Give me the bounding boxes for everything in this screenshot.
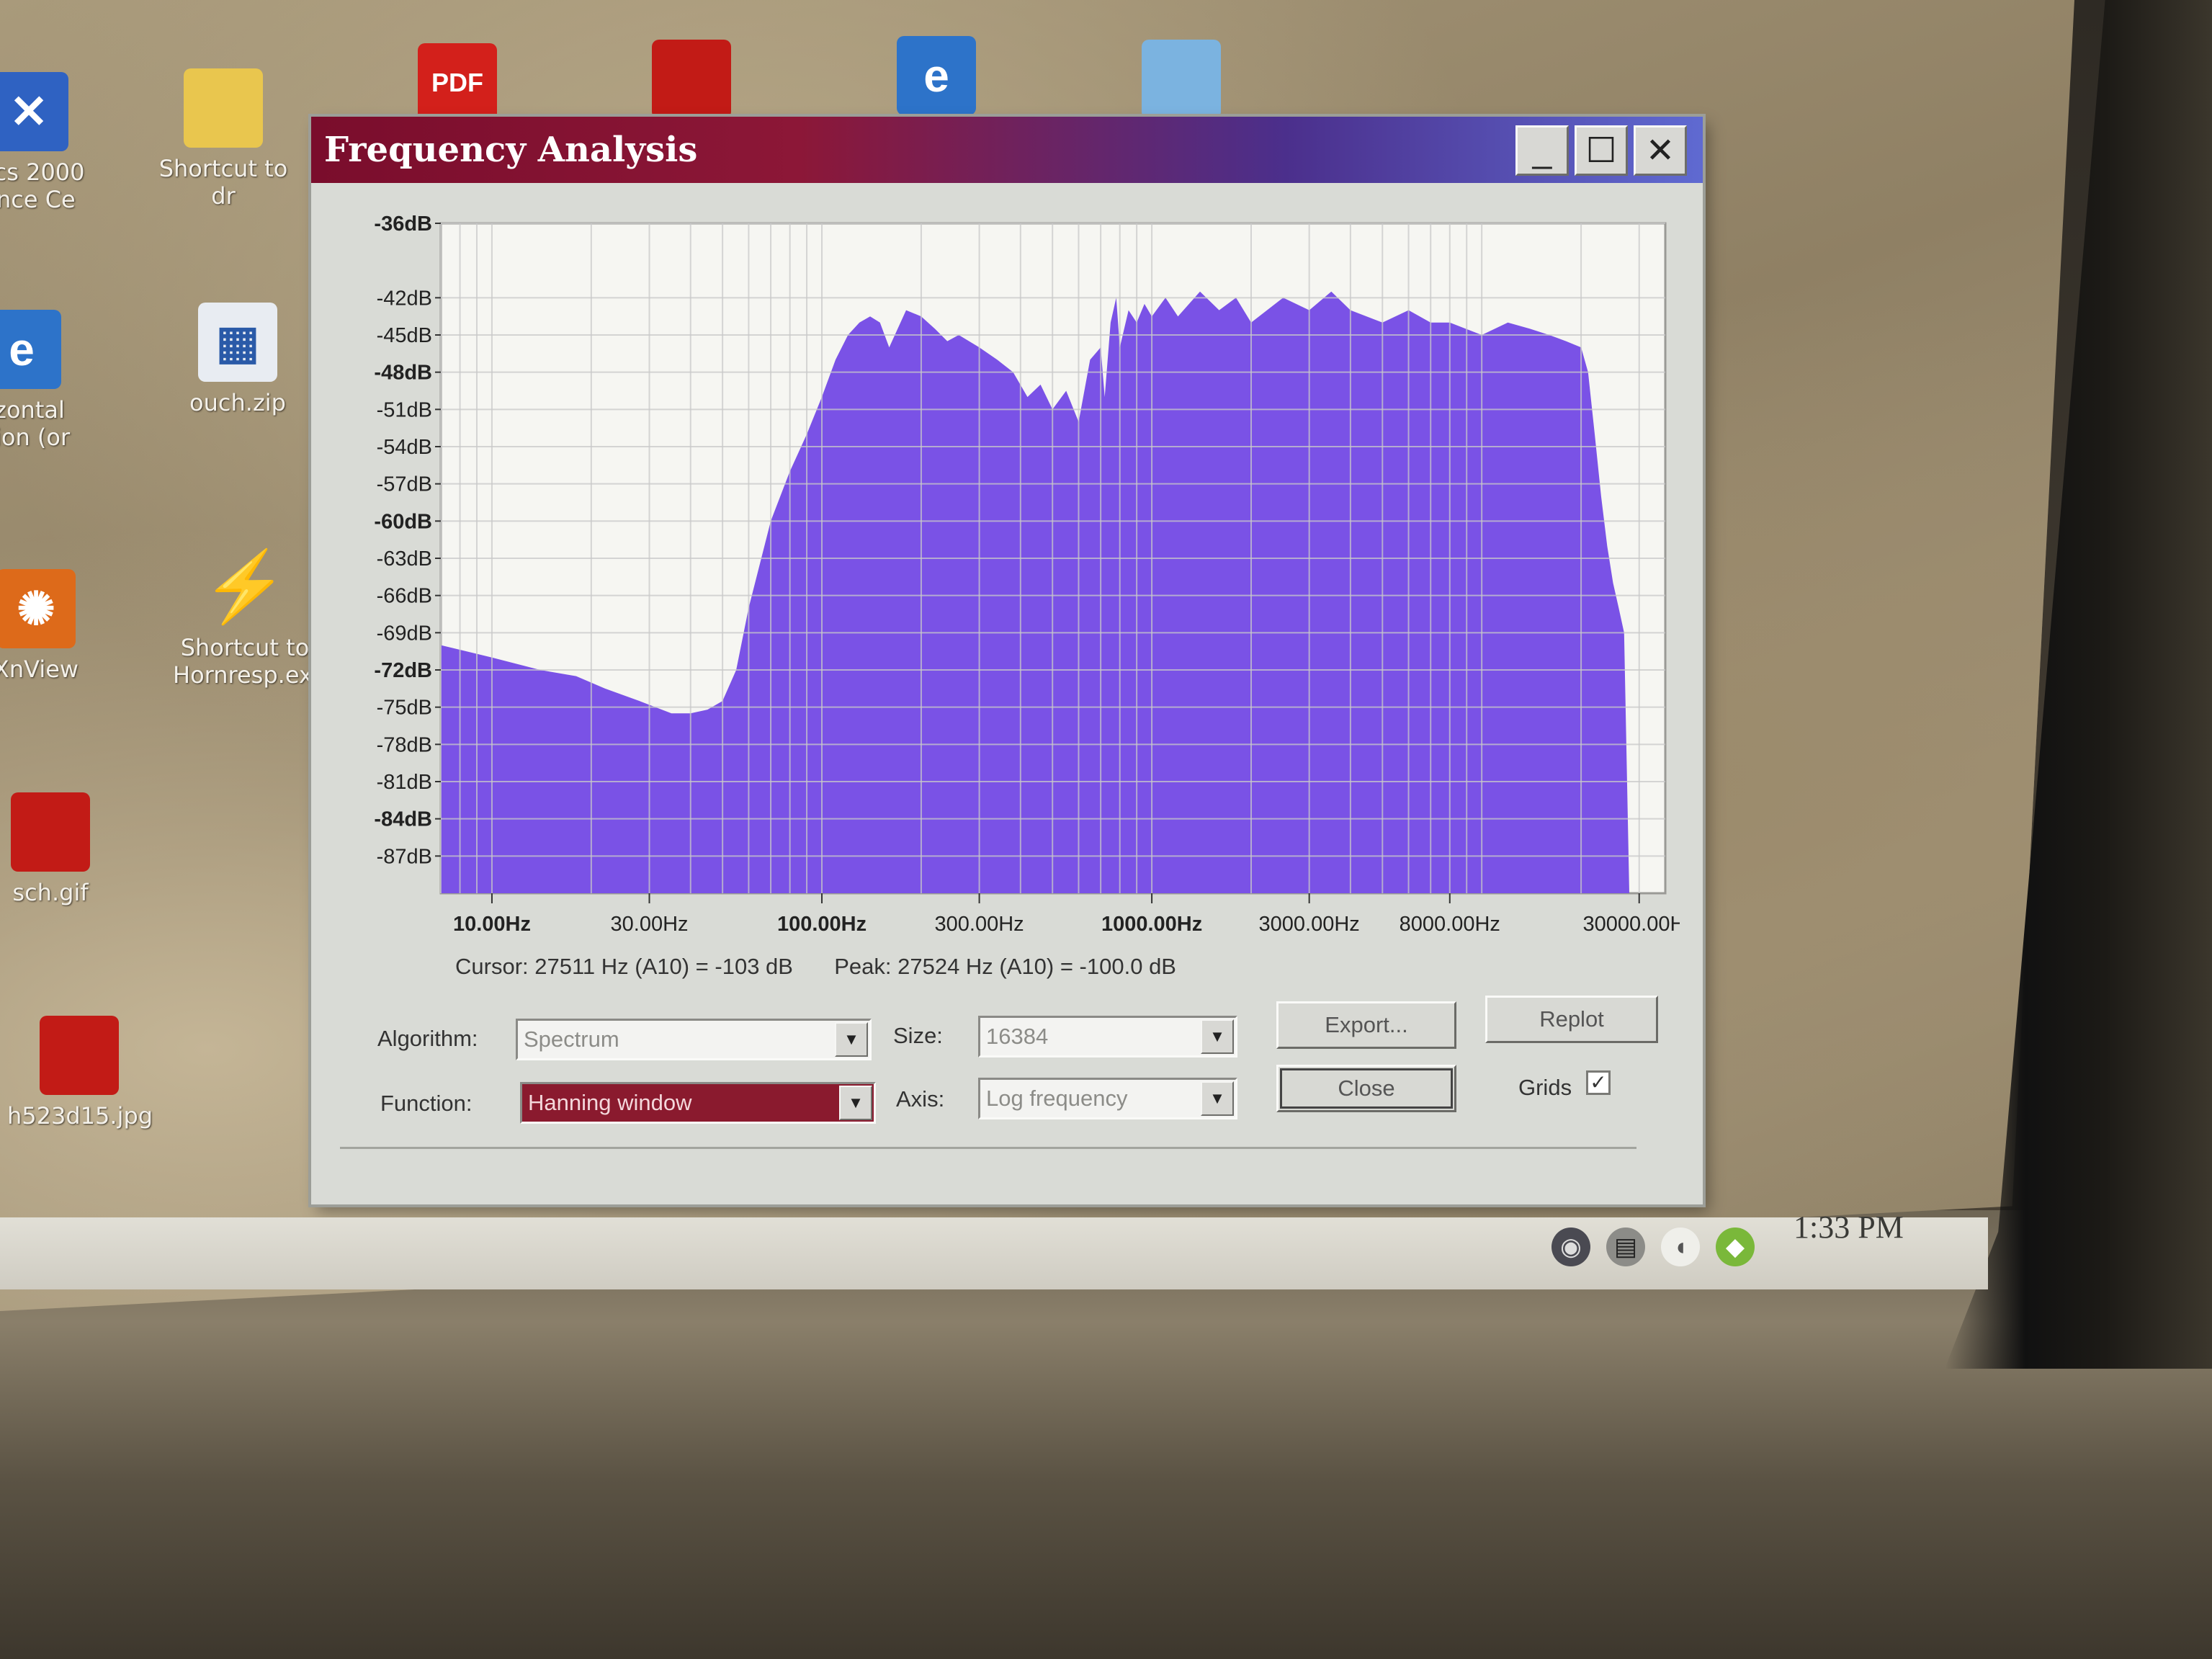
grids-label: Grids xyxy=(1518,1075,1572,1100)
desktop-icon-label: Shortcut to Hornresp.exe xyxy=(173,634,326,689)
size-select[interactable]: 16384 ▼ xyxy=(978,1016,1237,1057)
maximize-button[interactable]: ☐ xyxy=(1575,125,1628,176)
desktop-icon-label: h523d15.jpg xyxy=(7,1102,153,1130)
desktop-icon-label: rizontal ction (or xyxy=(0,396,71,451)
gif-bear-icon xyxy=(11,792,90,872)
algorithm-label: Algorithm: xyxy=(377,1026,478,1051)
chevron-down-icon[interactable]: ▼ xyxy=(839,1086,872,1120)
jpg-bear-icon xyxy=(40,1016,119,1095)
close-button[interactable]: Close xyxy=(1276,1065,1456,1112)
y-tick-label: -36dB xyxy=(374,213,432,236)
x-tick-label: 100.00Hz xyxy=(777,913,867,936)
network-icon[interactable]: ◉ xyxy=(1551,1228,1590,1266)
frequency-analysis-window: Frequency Analysis _ ☐ ✕ -36dB -42dB -45dB… xyxy=(311,117,1703,1204)
size-label: Size: xyxy=(893,1023,943,1048)
spectrum-graph[interactable]: -36dB -42dB -45dB -48dB -51dB -54dB -57dB -60dB… xyxy=(340,202,1680,980)
y-tick-label: -54dB xyxy=(377,436,432,459)
y-tick-label: -78dB xyxy=(377,733,432,756)
printer-icon[interactable]: ▤ xyxy=(1606,1228,1645,1266)
desktop-icon-hornresp[interactable]: ⚡ Shortcut to Hornresp.exe xyxy=(173,547,326,689)
x-tick-label: 10.00Hz xyxy=(453,913,531,936)
desktop-icon-label: sch.gif xyxy=(12,879,89,906)
x-tick-label: 8000.00Hz xyxy=(1400,913,1500,936)
folder-icon xyxy=(184,68,263,148)
chevron-down-icon[interactable]: ▼ xyxy=(835,1022,868,1057)
readout-line: Cursor: 27511 Hz (A10) = -103 dB Peak: 2… xyxy=(455,954,1176,980)
minimize-icon: _ xyxy=(1532,131,1552,170)
y-tick-label: -81dB xyxy=(377,771,432,794)
axis-label: Axis: xyxy=(896,1086,945,1112)
ie-icon: e xyxy=(0,310,61,389)
nvidia-icon[interactable]: ◆ xyxy=(1716,1228,1755,1266)
y-tick-label: -75dB xyxy=(377,697,432,720)
computer-icon xyxy=(1142,40,1221,119)
lightning-icon: ⚡ xyxy=(202,548,288,625)
function-select[interactable]: Hanning window ▼ xyxy=(520,1082,876,1124)
window-title: Frequency Analysis xyxy=(324,130,698,170)
x-tick-label: 30.00Hz xyxy=(611,913,689,936)
maximize-icon: ☐ xyxy=(1585,132,1617,170)
spectrum-chart[interactable]: -36dB -42dB -45dB -48dB -51dB -54dB -57dB -60dB… xyxy=(340,202,1680,980)
desktop-icon-horizontal[interactable]: e rizontal ction (or xyxy=(0,310,94,451)
y-tick-label: -66dB xyxy=(377,585,432,608)
chevron-down-icon[interactable]: ▼ xyxy=(1201,1019,1234,1054)
function-value: Hanning window xyxy=(528,1090,692,1115)
desktop-icon-label: ouch.zip xyxy=(189,389,286,416)
desktop-icon-jpg[interactable]: h523d15.jpg xyxy=(7,1016,153,1130)
size-value: 16384 xyxy=(986,1024,1049,1049)
y-tick-label: -84dB xyxy=(374,808,432,831)
desktop-icon-label: XnView xyxy=(0,656,79,683)
replot-button[interactable]: Replot xyxy=(1485,996,1658,1043)
axis-value: Log frequency xyxy=(986,1086,1128,1111)
desktop-icon-ouch-zip[interactable]: ▦ ouch.zip xyxy=(166,303,310,416)
xnview-icon: ✺ xyxy=(0,569,76,648)
y-tick-label: -72dB xyxy=(374,659,432,682)
pdf-icon: PDF xyxy=(418,43,497,122)
zip-icon: ▦ xyxy=(198,303,277,382)
x-tick-label: 1000.00Hz xyxy=(1101,913,1202,936)
status-bar xyxy=(340,1147,1636,1184)
minimize-button[interactable]: _ xyxy=(1515,125,1569,176)
y-tick-label: -87dB xyxy=(377,845,432,868)
ie-icon: e xyxy=(897,36,976,115)
y-tick-label: -51dB xyxy=(377,398,432,421)
app-icon: ✕ xyxy=(0,72,68,151)
desktop-icon-my-computer[interactable] xyxy=(1109,40,1253,119)
export-button[interactable]: Export... xyxy=(1276,1001,1456,1049)
desktop-icon-app[interactable]: ✕ nics 2000 ence Ce xyxy=(0,72,101,213)
desktop-icon-label: nics 2000 ence Ce xyxy=(0,158,85,213)
grids-checkbox[interactable]: ✓ xyxy=(1586,1070,1611,1095)
peak-readout: Peak: 27524 Hz (A10) = -100.0 dB xyxy=(834,954,1176,979)
close-window-button[interactable]: ✕ xyxy=(1634,125,1687,176)
x-tick-label: 3000.00Hz xyxy=(1259,913,1360,936)
y-tick-label: -45dB xyxy=(377,324,432,347)
y-tick-label: -60dB xyxy=(374,510,432,533)
chevron-down-icon[interactable]: ▼ xyxy=(1201,1081,1234,1116)
y-tick-label: -69dB xyxy=(377,622,432,645)
desktop-icon-xnview[interactable]: ✺ XnView xyxy=(0,569,108,683)
desktop-icon-shortcut-dr[interactable]: Shortcut to dr xyxy=(151,68,295,210)
desktop-icon-sch-gif[interactable]: sch.gif xyxy=(0,792,122,906)
y-tick-label: -48dB xyxy=(374,362,432,385)
title-bar[interactable]: Frequency Analysis _ ☐ ✕ xyxy=(311,117,1703,183)
algorithm-select[interactable]: Spectrum ▼ xyxy=(516,1019,872,1060)
x-tick-label: 300.00Hz xyxy=(935,913,1024,936)
bear-icon xyxy=(652,40,731,119)
y-tick-label: -57dB xyxy=(377,473,432,496)
taskbar-clock: 1:33 PM xyxy=(1794,1209,1904,1245)
x-tick-label: 30000.00Hz xyxy=(1583,913,1680,936)
axis-select[interactable]: Log frequency ▼ xyxy=(978,1078,1237,1119)
algorithm-value: Spectrum xyxy=(524,1027,619,1052)
desktop-icon-label: Shortcut to dr xyxy=(158,155,288,210)
mouse-icon[interactable]: ◖ xyxy=(1661,1228,1700,1266)
close-icon: ✕ xyxy=(1645,132,1675,170)
desktop-icon-internet-explorer[interactable]: e xyxy=(864,36,1008,115)
desktop-icon-pdf[interactable]: PDF xyxy=(385,43,529,122)
y-tick-label: -42dB xyxy=(377,287,432,310)
desktop-icon-bear[interactable] xyxy=(619,40,764,119)
y-tick-label: -63dB xyxy=(377,547,432,571)
cursor-readout: Cursor: 27511 Hz (A10) = -103 dB xyxy=(455,954,793,979)
function-label: Function: xyxy=(380,1091,473,1116)
